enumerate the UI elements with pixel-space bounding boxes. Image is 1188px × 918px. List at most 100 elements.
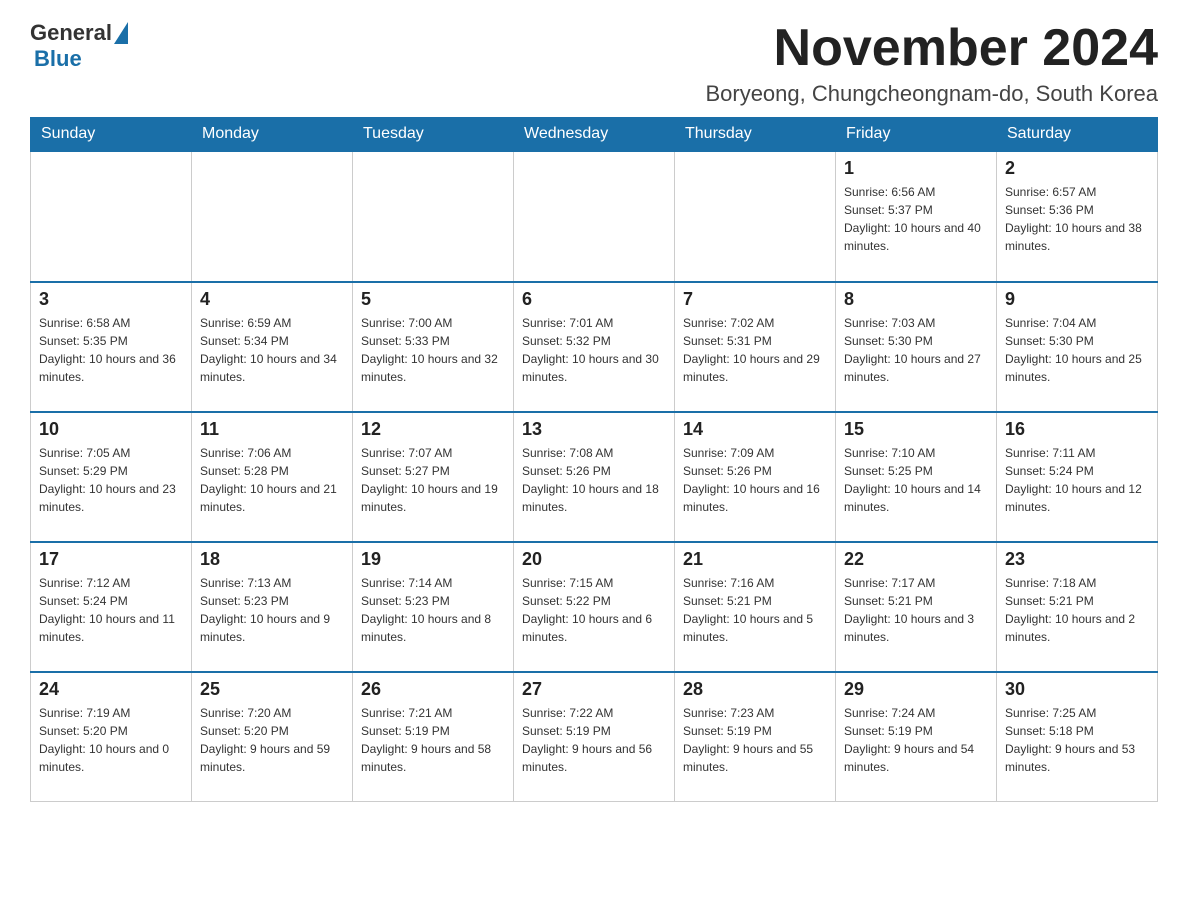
day-cell: 8Sunrise: 7:03 AM Sunset: 5:30 PM Daylig…	[836, 282, 997, 412]
day-cell: 25Sunrise: 7:20 AM Sunset: 5:20 PM Dayli…	[192, 672, 353, 802]
day-info: Sunrise: 7:25 AM Sunset: 5:18 PM Dayligh…	[1005, 704, 1149, 776]
day-info: Sunrise: 7:17 AM Sunset: 5:21 PM Dayligh…	[844, 574, 988, 646]
day-cell: 7 Sunrise: 7:02 AM Sunset: 5:31 PM Daylig…	[675, 282, 836, 412]
day-cell: 14Sunrise: 7:09 AM Sunset: 5:26 PM Dayli…	[675, 412, 836, 542]
day-number: 27	[522, 679, 666, 700]
day-info: Sunrise: 7:09 AM Sunset: 5:26 PM Dayligh…	[683, 444, 827, 516]
col-sunday: Sunday	[31, 117, 192, 152]
day-info: Sunrise: 6:58 AM Sunset: 5:35 PM Dayligh…	[39, 314, 183, 386]
day-info: Sunrise: 7:23 AM Sunset: 5:19 PM Dayligh…	[683, 704, 827, 776]
logo-blue-text: Blue	[30, 46, 82, 72]
day-cell: 23Sunrise: 7:18 AM Sunset: 5:21 PM Dayli…	[997, 542, 1158, 672]
col-friday: Friday	[836, 117, 997, 152]
day-cell: 17 Sunrise: 7:12 AM Sunset: 5:24 PM Dayli…	[31, 542, 192, 672]
day-info: Sunrise: 6:57 AM Sunset: 5:36 PM Dayligh…	[1005, 183, 1149, 255]
week-row-3: 10Sunrise: 7:05 AM Sunset: 5:29 PM Dayli…	[31, 412, 1158, 542]
day-number: 16	[1005, 419, 1149, 440]
day-info: Sunrise: 7:24 AM Sunset: 5:19 PM Dayligh…	[844, 704, 988, 776]
day-number: 20	[522, 549, 666, 570]
day-number: 1	[844, 158, 988, 179]
day-info: Sunrise: 7:20 AM Sunset: 5:20 PM Dayligh…	[200, 704, 344, 776]
day-info: Sunrise: 7:00 AM Sunset: 5:33 PM Dayligh…	[361, 314, 505, 386]
day-number: 21	[683, 549, 827, 570]
day-info: Sunrise: 7:04 AM Sunset: 5:30 PM Dayligh…	[1005, 314, 1149, 386]
day-cell: 5Sunrise: 7:00 AM Sunset: 5:33 PM Daylig…	[353, 282, 514, 412]
day-cell: 20 Sunrise: 7:15 AM Sunset: 5:22 PM Dayli…	[514, 542, 675, 672]
logo-general-text: General	[30, 20, 112, 46]
day-number: 10	[39, 419, 183, 440]
day-number: 12	[361, 419, 505, 440]
day-number: 29	[844, 679, 988, 700]
day-number: 19	[361, 549, 505, 570]
day-number: 18	[200, 549, 344, 570]
day-info: Sunrise: 7:19 AM Sunset: 5:20 PM Dayligh…	[39, 704, 183, 776]
day-cell: 13 Sunrise: 7:08 AM Sunset: 5:26 PM Dayli…	[514, 412, 675, 542]
day-cell: 24 Sunrise: 7:19 AM Sunset: 5:20 PM Dayli…	[31, 672, 192, 802]
week-row-4: 17 Sunrise: 7:12 AM Sunset: 5:24 PM Dayli…	[31, 542, 1158, 672]
day-cell: 6 Sunrise: 7:01 AM Sunset: 5:32 PM Daylig…	[514, 282, 675, 412]
day-cell: 27 Sunrise: 7:22 AM Sunset: 5:19 PM Dayli…	[514, 672, 675, 802]
col-monday: Monday	[192, 117, 353, 152]
day-info: Sunrise: 7:10 AM Sunset: 5:25 PM Dayligh…	[844, 444, 988, 516]
week-row-2: 3 Sunrise: 6:58 AM Sunset: 5:35 PM Daylig…	[31, 282, 1158, 412]
day-number: 3	[39, 289, 183, 310]
day-number: 15	[844, 419, 988, 440]
logo-blue-label: Blue	[34, 46, 82, 71]
day-cell: 11 Sunrise: 7:06 AM Sunset: 5:28 PM Dayli…	[192, 412, 353, 542]
calendar-header-row: Sunday Monday Tuesday Wednesday Thursday…	[31, 117, 1158, 152]
day-info: Sunrise: 7:02 AM Sunset: 5:31 PM Dayligh…	[683, 314, 827, 386]
day-info: Sunrise: 6:56 AM Sunset: 5:37 PM Dayligh…	[844, 183, 988, 255]
day-number: 24	[39, 679, 183, 700]
day-info: Sunrise: 7:08 AM Sunset: 5:26 PM Dayligh…	[522, 444, 666, 516]
day-number: 26	[361, 679, 505, 700]
day-number: 23	[1005, 549, 1149, 570]
day-number: 2	[1005, 158, 1149, 179]
day-number: 28	[683, 679, 827, 700]
month-title: November 2024	[705, 20, 1158, 77]
day-cell: 18Sunrise: 7:13 AM Sunset: 5:23 PM Dayli…	[192, 542, 353, 672]
day-cell: 4 Sunrise: 6:59 AM Sunset: 5:34 PM Daylig…	[192, 282, 353, 412]
week-row-1: 1 Sunrise: 6:56 AM Sunset: 5:37 PM Daylig…	[31, 152, 1158, 282]
day-number: 7	[683, 289, 827, 310]
col-saturday: Saturday	[997, 117, 1158, 152]
day-number: 17	[39, 549, 183, 570]
col-tuesday: Tuesday	[353, 117, 514, 152]
day-number: 11	[200, 419, 344, 440]
day-cell: 30 Sunrise: 7:25 AM Sunset: 5:18 PM Dayli…	[997, 672, 1158, 802]
day-cell: 1 Sunrise: 6:56 AM Sunset: 5:37 PM Daylig…	[836, 152, 997, 282]
day-cell: 10Sunrise: 7:05 AM Sunset: 5:29 PM Dayli…	[31, 412, 192, 542]
day-info: Sunrise: 7:01 AM Sunset: 5:32 PM Dayligh…	[522, 314, 666, 386]
day-cell: 28 Sunrise: 7:23 AM Sunset: 5:19 PM Dayli…	[675, 672, 836, 802]
day-cell: 9 Sunrise: 7:04 AM Sunset: 5:30 PM Daylig…	[997, 282, 1158, 412]
week-row-5: 24 Sunrise: 7:19 AM Sunset: 5:20 PM Dayli…	[31, 672, 1158, 802]
day-cell: 22 Sunrise: 7:17 AM Sunset: 5:21 PM Dayli…	[836, 542, 997, 672]
day-number: 6	[522, 289, 666, 310]
col-wednesday: Wednesday	[514, 117, 675, 152]
col-thursday: Thursday	[675, 117, 836, 152]
day-cell: 12 Sunrise: 7:07 AM Sunset: 5:27 PM Dayli…	[353, 412, 514, 542]
day-info: Sunrise: 7:11 AM Sunset: 5:24 PM Dayligh…	[1005, 444, 1149, 516]
header: General Blue November 2024 Boryeong, Chu…	[30, 20, 1158, 107]
day-cell: 2 Sunrise: 6:57 AM Sunset: 5:36 PM Daylig…	[997, 152, 1158, 282]
day-cell	[675, 152, 836, 282]
day-info: Sunrise: 7:16 AM Sunset: 5:21 PM Dayligh…	[683, 574, 827, 646]
day-cell	[31, 152, 192, 282]
day-info: Sunrise: 7:15 AM Sunset: 5:22 PM Dayligh…	[522, 574, 666, 646]
day-info: Sunrise: 7:12 AM Sunset: 5:24 PM Dayligh…	[39, 574, 183, 646]
title-area: November 2024 Boryeong, Chungcheongnam-d…	[705, 20, 1158, 107]
day-number: 13	[522, 419, 666, 440]
day-number: 9	[1005, 289, 1149, 310]
day-cell: 16 Sunrise: 7:11 AM Sunset: 5:24 PM Dayli…	[997, 412, 1158, 542]
day-cell	[514, 152, 675, 282]
day-info: Sunrise: 7:22 AM Sunset: 5:19 PM Dayligh…	[522, 704, 666, 776]
day-info: Sunrise: 7:06 AM Sunset: 5:28 PM Dayligh…	[200, 444, 344, 516]
day-number: 4	[200, 289, 344, 310]
day-number: 22	[844, 549, 988, 570]
day-info: Sunrise: 7:21 AM Sunset: 5:19 PM Dayligh…	[361, 704, 505, 776]
day-info: Sunrise: 6:59 AM Sunset: 5:34 PM Dayligh…	[200, 314, 344, 386]
day-info: Sunrise: 7:07 AM Sunset: 5:27 PM Dayligh…	[361, 444, 505, 516]
day-number: 30	[1005, 679, 1149, 700]
day-cell	[353, 152, 514, 282]
logo-triangle-icon	[114, 22, 128, 44]
day-cell: 21 Sunrise: 7:16 AM Sunset: 5:21 PM Dayli…	[675, 542, 836, 672]
